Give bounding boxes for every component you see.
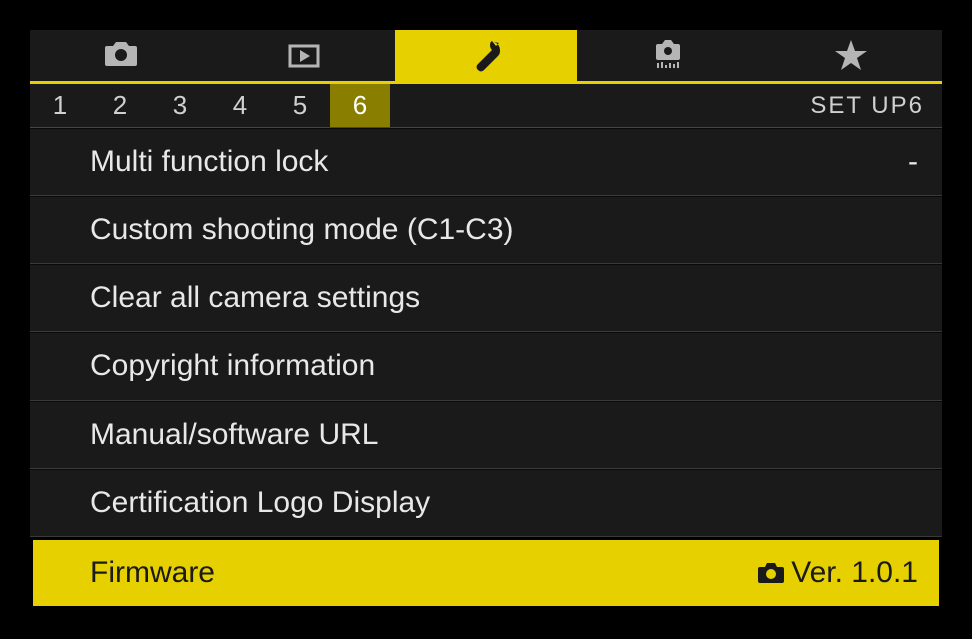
tab-setup[interactable]	[395, 30, 577, 81]
camera-menu-screen: 1 2 3 4 5 6 SET UP6 Multi function lock …	[0, 0, 972, 639]
star-icon	[831, 36, 871, 76]
firmware-version-text: Ver. 1.0.1	[791, 556, 918, 590]
page-2[interactable]: 2	[90, 84, 150, 127]
camera-icon	[757, 562, 785, 584]
tab-mymenu[interactable]	[760, 30, 942, 81]
page-5[interactable]: 5	[270, 84, 330, 127]
menu-item-copyright-info[interactable]: Copyright information	[30, 332, 942, 400]
menu-item-label: Manual/software URL	[90, 418, 918, 452]
page-section-label: SET UP6	[810, 92, 924, 120]
menu-item-label: Clear all camera settings	[90, 281, 918, 315]
menu-item-label: Certification Logo Display	[90, 486, 918, 520]
menu-container: 1 2 3 4 5 6 SET UP6 Multi function lock …	[30, 30, 942, 609]
page-3[interactable]: 3	[150, 84, 210, 127]
menu-item-manual-url[interactable]: Manual/software URL	[30, 401, 942, 469]
page-1[interactable]: 1	[30, 84, 90, 127]
page-4[interactable]: 4	[210, 84, 270, 127]
menu-item-multi-function-lock[interactable]: Multi function lock -	[30, 128, 942, 196]
menu-item-clear-all-settings[interactable]: Clear all camera settings	[30, 264, 942, 332]
tab-playback[interactable]	[212, 30, 394, 81]
menu-list: Multi function lock - Custom shooting mo…	[30, 128, 942, 609]
menu-item-label: Multi function lock	[90, 145, 908, 179]
menu-item-label: Firmware	[90, 556, 757, 590]
menu-item-certification-logo[interactable]: Certification Logo Display	[30, 469, 942, 537]
page-number-bar: 1 2 3 4 5 6 SET UP6	[30, 84, 942, 128]
menu-item-custom-shooting-mode[interactable]: Custom shooting mode (C1-C3)	[30, 196, 942, 264]
camera-icon	[101, 36, 141, 76]
page-6[interactable]: 6	[330, 84, 390, 127]
playback-icon	[284, 36, 324, 76]
menu-item-value: Ver. 1.0.1	[757, 556, 918, 590]
menu-item-firmware[interactable]: Firmware Ver. 1.0.1	[30, 537, 942, 609]
tab-custom[interactable]	[577, 30, 759, 81]
tab-shooting[interactable]	[30, 30, 212, 81]
custom-functions-icon	[648, 36, 688, 76]
top-tab-bar	[30, 30, 942, 84]
menu-item-label: Copyright information	[90, 349, 918, 383]
menu-item-value: -	[908, 145, 918, 179]
menu-item-label: Custom shooting mode (C1-C3)	[90, 213, 918, 247]
wrench-icon	[466, 36, 506, 76]
